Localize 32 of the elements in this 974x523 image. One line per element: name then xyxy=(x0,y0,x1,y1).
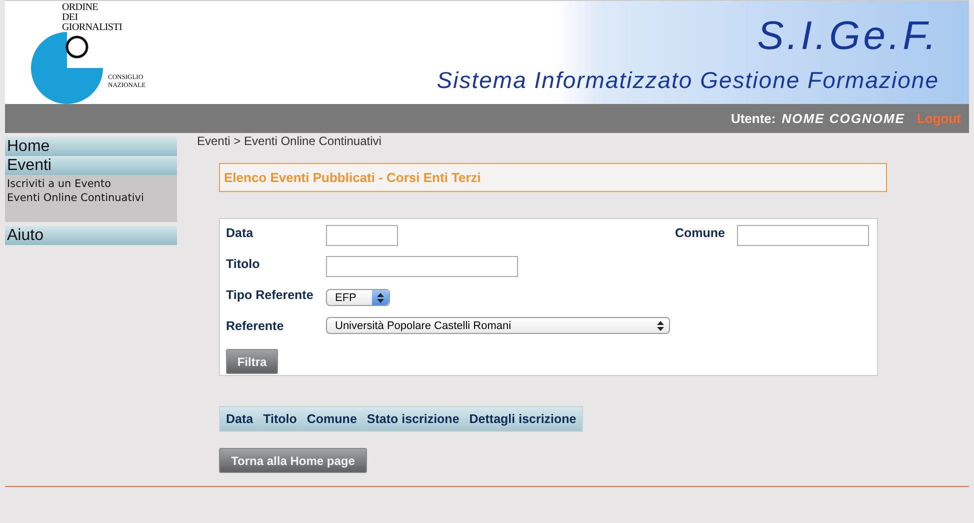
sidebar-item[interactable]: Home xyxy=(5,137,177,156)
field-label: Titolo xyxy=(226,256,261,271)
up-down-arrows-icon xyxy=(657,320,664,330)
user-label: Utente: xyxy=(730,111,776,126)
input-field[interactable] xyxy=(326,256,518,277)
sidebar-item[interactable]: Eventi xyxy=(5,156,177,175)
dropdown[interactable]: EFP xyxy=(326,289,390,306)
field-label: Comune xyxy=(675,225,726,240)
filter-button[interactable]: Filtra xyxy=(226,349,278,374)
submenu-item[interactable]: Eventi Online Continuativi xyxy=(7,191,175,205)
user-name: NOME COGNOME xyxy=(782,111,905,126)
app-subtitle: Sistema Informatizzato Gestione Formazione xyxy=(436,67,939,94)
logo-icon xyxy=(29,30,105,106)
home-button[interactable]: Torna alla Home page xyxy=(219,448,367,473)
input-field[interactable] xyxy=(737,225,869,246)
column-header: Data xyxy=(226,412,254,426)
column-header: Dettagli iscrizione xyxy=(469,412,576,426)
breadcrumb: Eventi > Eventi Online Continuativi xyxy=(197,134,382,148)
column-header: Stato iscrizione xyxy=(366,412,460,426)
field-label: Tipo Referente xyxy=(226,287,314,302)
sidebar-item[interactable]: Aiuto xyxy=(5,226,177,245)
submenu-item[interactable]: Iscriviti a un Evento xyxy=(7,177,175,191)
input-field[interactable] xyxy=(326,225,398,246)
logo-text: ORDINE DEI GIORNALISTI xyxy=(62,3,124,33)
dropdown[interactable]: Università Popolare Castelli Romani xyxy=(326,317,670,334)
panel-title: Elenco Eventi Pubblicati - Corsi Enti Terzi xyxy=(219,163,887,192)
app-title: S.I.Ge.F. xyxy=(756,13,939,59)
field-label: Data xyxy=(226,225,254,240)
up-down-arrows-icon xyxy=(377,292,384,302)
field-label: Referente xyxy=(226,318,285,333)
column-header: Titolo xyxy=(263,412,297,426)
column-header: Comune xyxy=(306,412,357,426)
